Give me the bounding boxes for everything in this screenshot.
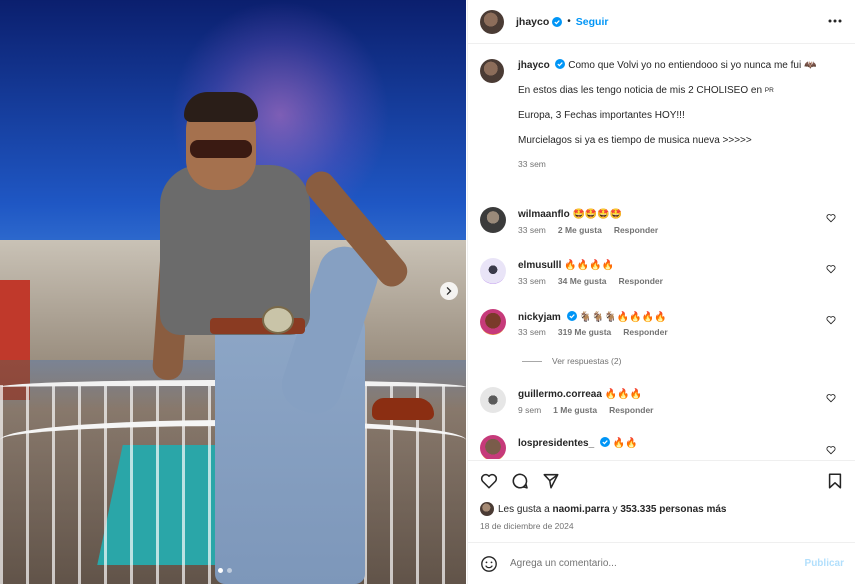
heart-icon[interactable] [826, 315, 836, 325]
caption-avatar[interactable] [480, 59, 504, 83]
comment-age: 33 sem [518, 276, 546, 286]
reply-button[interactable]: Responder [623, 327, 667, 337]
carousel-dot [218, 568, 223, 573]
comment-text: 🔥🔥🔥 [604, 389, 643, 400]
comment-text: 🔥🔥 [612, 438, 638, 449]
more-options-button[interactable] [828, 14, 842, 28]
bookmark-icon[interactable] [826, 472, 844, 490]
caption-username[interactable]: jhayco [518, 60, 550, 71]
liker-username[interactable]: naomi.parra [553, 504, 610, 515]
person-hair [184, 92, 258, 122]
comment-age: 9 sem [518, 405, 542, 415]
heart-icon[interactable] [826, 213, 836, 223]
comment-username[interactable]: lospresidentes_ [518, 438, 594, 449]
comment-icon[interactable] [511, 472, 529, 490]
author-avatar[interactable] [480, 9, 504, 34]
post-photo[interactable] [0, 0, 466, 584]
chevron-right-icon [446, 287, 452, 295]
caption-line-4: Murcielagos si ya es tiempo de musica nu… [518, 135, 752, 146]
person-sunglasses [190, 140, 252, 158]
caption-line-2: En estos dias les tengo noticia de mis 2… [518, 85, 763, 96]
caption-line-3: Europa, 3 Fechas importantes HOY!!! [518, 110, 685, 121]
comment-username[interactable]: nickyjam [518, 312, 561, 323]
add-comment-bar: Publicar [468, 542, 855, 584]
comment-item: elmusulll 🔥🔥🔥🔥 33 sem 34 Me gusta Responde… [480, 258, 850, 302]
verified-badge-icon [552, 16, 563, 27]
likes-prefix: Les gusta a [498, 503, 550, 515]
comment-item: guillermo.correaa 🔥🔥🔥 9 sem 1 Me gusta Res… [480, 387, 850, 431]
more-icon [828, 19, 842, 23]
caption-flag: PR [764, 87, 774, 94]
comment-username[interactable]: guillermo.correaa [518, 389, 602, 400]
person-buckle [262, 306, 294, 334]
commenter-avatar[interactable] [480, 207, 506, 233]
replies-line [522, 360, 542, 362]
comment-likes[interactable]: 1 Me gusta [553, 405, 597, 415]
caption-line-1: Como que Volvi yo no entiendooo si yo nu… [568, 60, 817, 71]
comment-username[interactable]: wilmaanflo [518, 209, 570, 220]
author-username[interactable]: jhayco [516, 16, 549, 28]
heart-icon[interactable] [480, 472, 498, 490]
comment-likes[interactable]: 34 Me gusta [558, 276, 607, 286]
post-sidebar: jhayco • Seguir jhayco Como que Volvi yo… [467, 0, 855, 584]
commenter-avatar[interactable] [480, 387, 506, 413]
comment-item: lospresidentes_ 🔥🔥 [480, 435, 850, 459]
caption-age: 33 sem [518, 159, 546, 169]
view-replies-label: Ver respuestas (2) [552, 356, 622, 366]
heart-icon[interactable] [826, 393, 836, 403]
comment-age: 33 sem [518, 225, 546, 235]
heart-icon[interactable] [826, 264, 836, 274]
carousel-dot [227, 568, 232, 573]
post-header: jhayco • Seguir [468, 0, 855, 44]
comment-item: wilmaanflo 🤩🤩🤩🤩 33 sem 2 Me gusta Responde… [480, 207, 850, 251]
liker-avatar [480, 502, 494, 516]
separator-dot: • [567, 16, 571, 27]
commenter-avatar[interactable] [480, 435, 506, 459]
likes-count[interactable]: 353.335 personas más [620, 504, 726, 515]
comment-text: 🤩🤩🤩🤩 [572, 209, 623, 220]
reply-button[interactable]: Responder [614, 225, 658, 235]
likes-middle: y [612, 503, 618, 515]
commenter-avatar[interactable] [480, 258, 506, 284]
next-photo-button[interactable] [440, 282, 458, 300]
comments-list[interactable]: jhayco Como que Volvi yo no entiendooo s… [468, 45, 855, 459]
comment-likes[interactable]: 319 Me gusta [558, 327, 611, 337]
comment-username[interactable]: elmusulll [518, 260, 561, 271]
comment-age: 33 sem [518, 327, 546, 337]
follow-button[interactable]: Seguir [576, 16, 609, 28]
comment-text: 🔥🔥🔥🔥 [564, 260, 614, 271]
post-actions [468, 460, 855, 498]
publish-button[interactable]: Publicar [805, 558, 844, 569]
comment-text: 🐐🐐🐐🔥🔥🔥🔥 [579, 312, 667, 323]
post-date: 18 de diciembre de 2024 [480, 521, 574, 531]
comment-input[interactable] [510, 558, 805, 569]
share-icon[interactable] [542, 472, 560, 490]
comment-likes[interactable]: 2 Me gusta [558, 225, 602, 235]
commenter-avatar[interactable] [480, 309, 506, 335]
verified-badge-icon [599, 437, 610, 447]
verified-badge-icon [566, 311, 577, 321]
verified-badge-icon [555, 59, 566, 69]
heart-icon[interactable] [826, 445, 836, 455]
person-shoe [372, 398, 434, 420]
view-replies-button[interactable]: Ver respuestas (2) [522, 356, 621, 366]
carousel-dots [218, 568, 232, 573]
comment-item: nickyjam 🐐🐐🐐🔥🔥🔥🔥 33 sem 319 Me gusta Respo… [480, 309, 850, 353]
likes-summary[interactable]: Les gusta a naomi.parra y 353.335 person… [480, 502, 727, 516]
reply-button[interactable]: Responder [609, 405, 653, 415]
reply-button[interactable]: Responder [619, 276, 663, 286]
emoji-icon[interactable] [480, 555, 498, 573]
